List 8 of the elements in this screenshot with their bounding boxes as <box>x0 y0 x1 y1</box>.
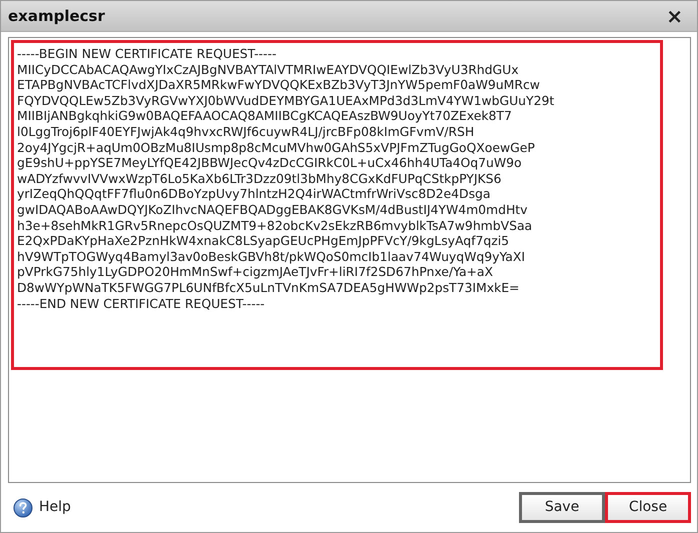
save-button[interactable]: Save <box>519 492 605 523</box>
close-button[interactable]: Close <box>605 492 691 523</box>
close-button[interactable]: × <box>666 6 683 26</box>
text-area[interactable] <box>8 37 691 483</box>
certificate-request-text: -----BEGIN NEW CERTIFICATE REQUEST----- MIICyDCCAbACAQAwgYIxCzAJBgNVBAYTAlVTMRIwEAYDVQQIEwlZb3VyU3RhdGUx ETAPBgNVBAcTCFlvdXJDaXR5MRkwFwYDVQQKExBZb3VyT3JnYW5pemF0aW9uMRcw FQYDVQQLEw5Zb3VyRGVwYXJ0bWVudDEYMBYGA1UEAxMPd3d3LmV4YW1wbGUuY29t MIIBIjANBgkqhkiG9w0BAQEFAAOCAQ8AMIIBCgKCAQEAszBW9UoyYt70ZExek8T7 l0LggTroj6plF40EYFJwjAk4q9hvxcRWJf6cuywR4LJ/jrcBFp08kImGFvmV/RSH 2oy4JYgcjR+aqUm0OBzMu8IUsmp8p8cMcuMVhw0GAhS5xVPJFmZTugGoQXoewGeP gE9shU+ppYSE7MeyLYfQE42JBBWJecQv4zDcCGIRkC0L+uCx46hh4UTa4Oq7uW9o wADYzfwvvIVVwxWzpT6Lo5KaXb6LTr3Dzz09tl3bMhy8CGxKdFUPqCStkpPYJKS6 yrIZeqQhQQqtFF7flu0n6DBoYzpUvy7hlntzH2Q4irWACtmfrWriVsc8D2e4Dsga gwIDAQABoAAwDQYJKoZIhvcNAQEFBQADggEBAK8GVKsM/4dBustIJ4YW4m0mdHtv h3e+8sehMkR1GRv5RnepcOsQUZMT9+82obcKv2sEkzRB6mvyblkTsA7w9hmbVSaa E2QxPDaKYpHaXe2PznHkW4xnakC8LSyapGEUcPHgEmJpPFVcY/9kgLsyAqf7qzi5 hV9WTpTOGWyq4Bamyl3av0oBeskGBVh8t/pkWQoS0mcIb1laav74WuyqWq9yYaXI pVPrkG75hly1LyGDPO20HmMnSwf+cigzmJAeTJvFr+liRI7f2SD67hPnxe/Ya+aX D8wWYpWNaTK5FWGG7PL6UNfBfcX5uLnTVnKmSA7DEA5gHWWp2psT73IMxkE= -----END NEW CERTIFICATE REQUEST----- <box>11 40 663 370</box>
help-icon <box>13 498 33 518</box>
window-title: examplecsr <box>8 6 105 27</box>
help-link[interactable]: Help <box>13 497 71 518</box>
